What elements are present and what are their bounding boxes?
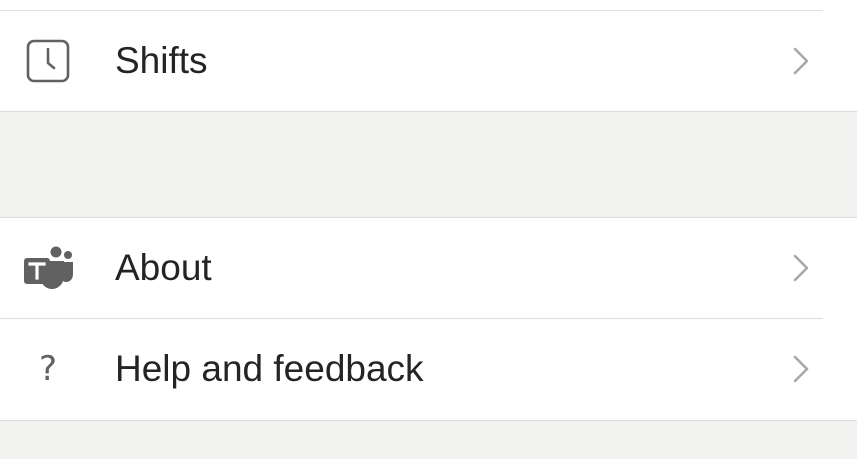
chevron-right-icon bbox=[790, 45, 812, 77]
menu-item-shifts[interactable]: Shifts bbox=[0, 11, 857, 111]
settings-screen: Shifts About ? Help and feedback bbox=[0, 0, 857, 459]
menu-item-about[interactable]: About bbox=[0, 218, 857, 318]
menu-item-label: Help and feedback bbox=[115, 348, 424, 389]
teams-logo-icon bbox=[22, 242, 74, 294]
menu-item-label: About bbox=[115, 247, 212, 288]
clock-icon bbox=[22, 35, 74, 87]
menu-item-help-and-feedback[interactable]: ? Help and feedback bbox=[0, 319, 857, 419]
question-mark-icon: ? bbox=[38, 349, 58, 389]
menu-group-top: Shifts bbox=[0, 0, 857, 112]
chevron-right-icon bbox=[790, 252, 812, 284]
chevron-right-icon bbox=[790, 353, 812, 385]
menu-group-bottom: About ? Help and feedback bbox=[0, 217, 857, 421]
menu-item-label: Shifts bbox=[115, 40, 208, 81]
